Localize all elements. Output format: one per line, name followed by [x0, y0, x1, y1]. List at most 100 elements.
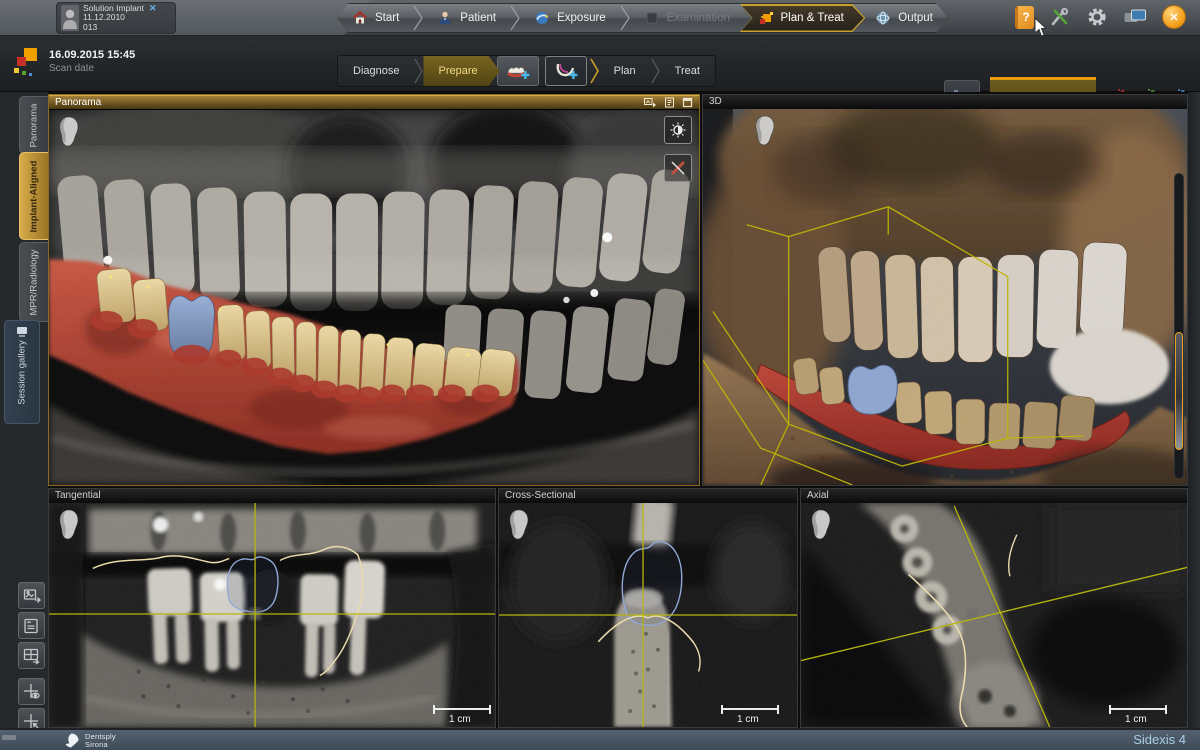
tab-exposure[interactable]: Exposure — [520, 4, 620, 32]
tools-icon[interactable] — [1049, 6, 1071, 28]
workspace-tab-implant-aligned[interactable]: Implant-Aligned — [19, 152, 48, 240]
scale-label: 1 cm — [1125, 714, 1147, 725]
step-treat[interactable]: Treat — [660, 56, 715, 86]
export-image-button[interactable] — [18, 582, 45, 609]
brightness-contrast-button[interactable] — [664, 116, 692, 144]
toggle-crosshairs-button[interactable] — [18, 678, 45, 705]
crosshair-reset-icon — [23, 713, 41, 729]
patient-info: Solution Implant ✕ 11.12.2010 013 — [83, 4, 157, 33]
scale-label: 1 cm — [737, 714, 759, 725]
workspace-tab-panorama[interactable]: Panorama — [19, 96, 48, 154]
step-diagnose[interactable]: Diagnose — [338, 56, 414, 86]
patient-avatar — [61, 5, 79, 31]
close-app-icon[interactable]: ✕ — [1162, 5, 1186, 29]
orientation-head-widget[interactable] — [57, 116, 81, 148]
main-area: Panorama Implant-Aligned MPR/Radiology S… — [0, 92, 1200, 728]
step-prepare-label: Prepare — [438, 65, 477, 77]
tab-start[interactable]: Start — [338, 4, 413, 32]
maximize-icon[interactable] — [682, 97, 693, 108]
add-nerve-jaw-button[interactable] — [545, 56, 587, 86]
image-export-icon — [23, 587, 41, 605]
workflow-toolbar: 16.09.2015 15:45 Scan date Diagnose Prep… — [0, 36, 1200, 92]
chevron-separator-gold — [590, 58, 599, 84]
axial-view-title: Axial — [807, 489, 829, 503]
reset-layout-button[interactable] — [18, 642, 45, 669]
examination-icon — [644, 10, 660, 26]
chevron-separator — [413, 5, 423, 31]
cross-sectional-view-title: Cross-Sectional — [505, 489, 576, 503]
scan-datetime: 16.09.2015 15:45 — [49, 49, 135, 62]
workspace-tab-mpr-radiology-label: MPR/Radiology — [29, 249, 40, 315]
axial-view-header[interactable]: Axial — [801, 489, 1187, 503]
tab-start-label: Start — [375, 12, 399, 24]
orientation-head-widget[interactable] — [57, 509, 81, 541]
panorama-image-area[interactable] — [49, 110, 699, 485]
home-icon — [352, 10, 368, 26]
screens-icon[interactable] — [1123, 8, 1147, 27]
jaw-plus-icon — [554, 62, 578, 80]
session-gallery-label: Session gallery — [17, 340, 28, 404]
hide-objects-button[interactable] — [664, 154, 692, 182]
right-edge-strip — [1188, 92, 1200, 728]
help-icon[interactable]: ? — [1015, 6, 1034, 29]
create-report-button[interactable] — [18, 612, 45, 639]
exposure-icon — [534, 10, 550, 26]
report-icon — [23, 617, 41, 635]
clipboard-icon[interactable] — [664, 97, 675, 108]
clipping-slider-thumb[interactable] — [1175, 332, 1183, 450]
patient-card[interactable]: Solution Implant ✕ 11.12.2010 013 — [56, 2, 176, 34]
workspace-sidebar: Panorama Implant-Aligned MPR/Radiology S… — [0, 92, 48, 728]
tab-output[interactable]: Output — [861, 4, 947, 32]
reset-crosshairs-button[interactable] — [18, 708, 45, 728]
workspace-tab-implant-aligned-label: Implant-Aligned — [29, 160, 40, 232]
workspace-tab-mpr-radiology[interactable]: MPR/Radiology — [19, 242, 48, 322]
sidexis-app-name: Sidexis 4 — [1133, 732, 1186, 747]
tab-output-label: Output — [898, 12, 933, 24]
step-plan-label: Plan — [614, 65, 636, 77]
sicat-logo-icon — [14, 48, 40, 76]
patient-icon — [437, 10, 453, 26]
tangential-view: Tangential — [48, 488, 496, 728]
scan-date-label: Scan date — [49, 62, 135, 75]
tangential-view-title: Tangential — [55, 489, 101, 503]
step-plan[interactable]: Plan — [599, 56, 651, 86]
panorama-view-title: Panorama — [55, 96, 101, 110]
step-treat-label: Treat — [675, 65, 700, 77]
tab-exposure-label: Exposure — [557, 12, 606, 24]
close-patient-icon[interactable]: ✕ — [149, 4, 157, 14]
chevron-separator — [651, 58, 660, 84]
orientation-head-widget[interactable] — [809, 509, 833, 541]
add-optical-impression-button[interactable] — [497, 56, 539, 86]
scale-label: 1 cm — [449, 714, 471, 725]
tab-patient-label: Patient — [460, 12, 496, 24]
session-gallery-tab[interactable]: Session gallery — [4, 320, 40, 424]
clipping-slider[interactable] — [1174, 173, 1184, 479]
three-d-render-area[interactable] — [703, 109, 1187, 485]
chevron-separator — [510, 5, 520, 31]
orientation-head-widget[interactable] — [507, 509, 531, 541]
three-d-view: 3D — [702, 94, 1188, 486]
copy-image-icon[interactable] — [644, 97, 657, 108]
cross-sectional-slice-area[interactable]: 1 cm — [499, 503, 797, 727]
crosshair-eye-icon — [23, 683, 41, 701]
three-d-volume-render — [703, 109, 1187, 485]
panorama-view-header[interactable]: Panorama — [49, 95, 699, 109]
step-prepare[interactable]: Prepare — [423, 56, 499, 86]
tab-patient[interactable]: Patient — [423, 4, 510, 32]
axial-slice-area[interactable]: 1 cm — [801, 503, 1187, 727]
tab-plan-treat[interactable]: Plan & Treat — [740, 4, 865, 32]
tab-plan-treat-label: Plan & Treat — [781, 12, 844, 24]
scale-bar — [721, 705, 779, 714]
cross-sectional-view-header[interactable]: Cross-Sectional — [499, 489, 797, 503]
brand-name-bottom: Sirona — [85, 741, 116, 749]
hide-pen-icon — [670, 160, 686, 176]
patient-id: 013 — [83, 23, 157, 33]
orientation-head-widget[interactable] — [753, 115, 777, 147]
tab-examination: Examination — [630, 4, 744, 32]
workspace-tab-panorama-label: Panorama — [29, 103, 40, 147]
settings-gear-icon[interactable] — [1086, 6, 1108, 28]
scale-bar — [433, 705, 491, 714]
tangential-view-header[interactable]: Tangential — [49, 489, 495, 503]
three-d-view-header[interactable]: 3D — [703, 95, 1187, 109]
tangential-slice-area[interactable]: 1 cm — [49, 503, 495, 727]
